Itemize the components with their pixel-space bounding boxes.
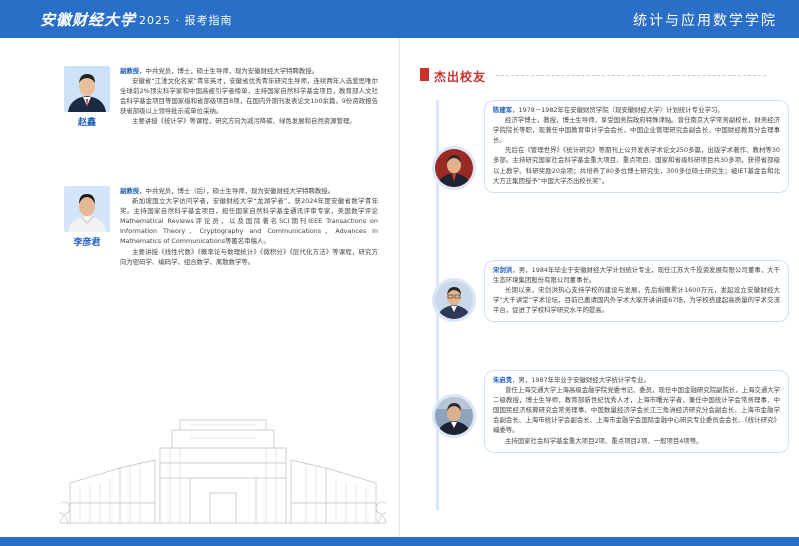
campus-building-illustration: [60, 419, 386, 524]
alumni-card-zhuqigui: 朱启贵，男，1987年毕业于安徽财经大学统计学专业。 曾任上海交通大学上海高级金…: [484, 370, 789, 453]
alumni-bio: 朱启贵，男，1987年毕业于安徽财经大学统计学专业。 曾任上海交通大学上海高级金…: [493, 376, 780, 445]
bottom-bar: [0, 537, 799, 546]
right-page: 杰出校友 陈建军，1978－1982年在安徽财贸学院（现安徽财经大学）计划统计专…: [400, 38, 799, 537]
section-divider: [496, 75, 766, 76]
guide-title: 2025 · 报考指南: [139, 14, 233, 27]
alumni-bio: 宋剑洪，男，1984年毕业于安徽财经大学计划统计专业，现任江苏大千投资发展有限公…: [493, 266, 781, 315]
faculty-photo-liyanjun: [64, 186, 110, 232]
alumni-card-chenjianjun: 陈建军，1978－1982年在安徽财贸学院（现安徽财经大学）计划统计专业学习。 …: [484, 100, 789, 193]
faculty-name-zhaoxin: 赵鑫: [77, 118, 96, 128]
alumni-photo-songjianhong: [432, 278, 476, 322]
header-bar: 安徽财经大学 | 2025 · 报考指南 统计与应用数学学院: [0, 0, 799, 38]
alumni-photo-chenjianjun: [432, 146, 476, 190]
alumni-bio: 陈建军，1978－1982年在安徽财贸学院（现安徽财经大学）计划统计专业学习。 …: [493, 106, 780, 185]
faculty-name-liyanjun: 李彦君: [73, 238, 101, 248]
alumni-name: 朱启贵: [493, 376, 513, 384]
left-page: 赵鑫 副教授，中共党员，博士，硕士生导师，现为安徽财经大学特聘教授。 安徽省“江…: [0, 38, 399, 537]
college-name: 统计与应用数学学院: [633, 13, 777, 29]
section-title: 杰出校友: [434, 70, 487, 84]
faculty-title: 副教授: [120, 187, 140, 195]
faculty-photo-zhaoxin: [64, 66, 110, 112]
alumni-name: 宋剑洪: [493, 266, 513, 274]
faculty-title: 副教授: [120, 67, 140, 75]
alumni-card-songjianhong: 宋剑洪，男，1984年毕业于安徽财经大学计划统计专业，现任江苏大千投资发展有限公…: [484, 260, 789, 323]
section-marker: [420, 68, 429, 81]
alumni-photo-zhuqigui: [432, 394, 476, 438]
alumni-name: 陈建军: [493, 106, 513, 114]
faculty-bio-liyanjun: 副教授，中共党员，博士（后），硕士生导师，现为安徽财经大学特聘教授。 新加坡国立…: [120, 187, 378, 266]
faculty-bio-zhaoxin: 副教授，中共党员，博士，硕士生导师，现为安徽财经大学特聘教授。 安徽省“江淮文化…: [120, 67, 378, 126]
header-separator: |: [122, 13, 127, 27]
